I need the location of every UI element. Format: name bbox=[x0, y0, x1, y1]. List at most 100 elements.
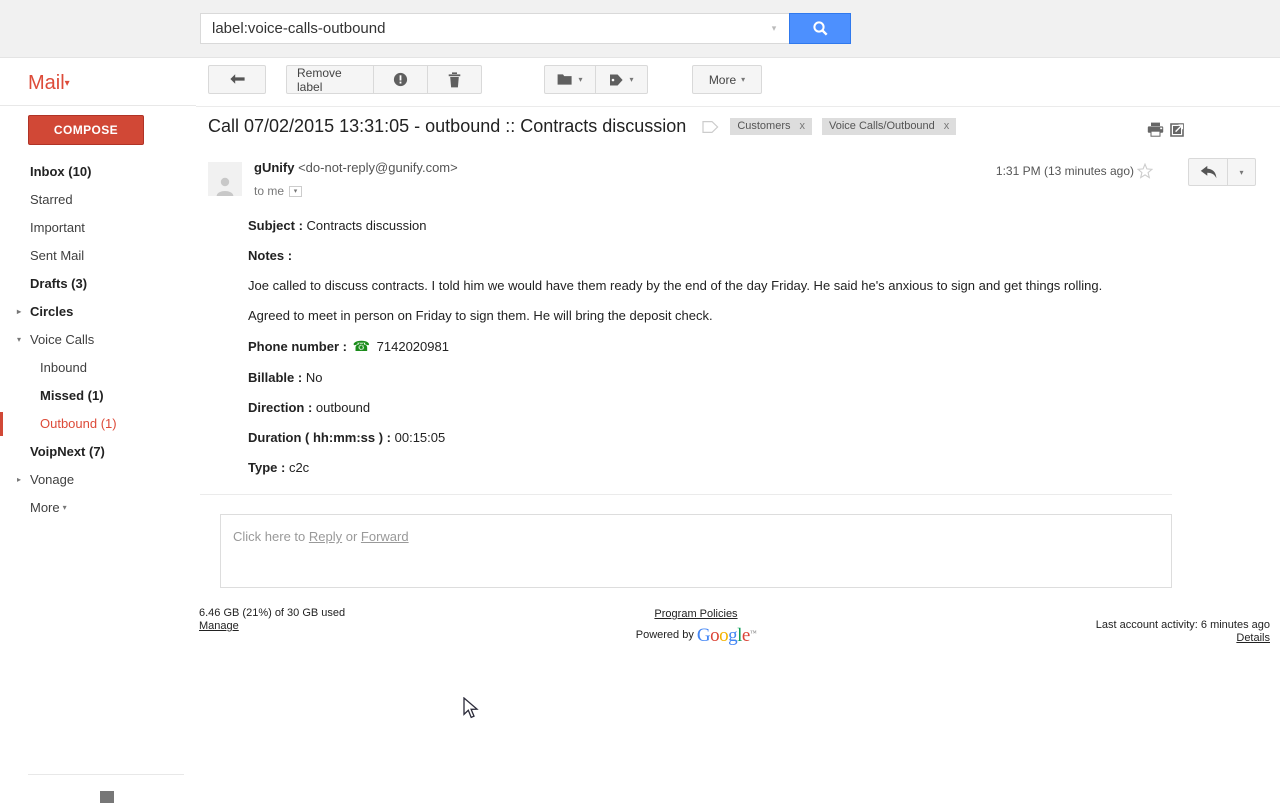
sidebar-item-voipnext-7[interactable]: VoipNext (7) bbox=[0, 438, 196, 466]
program-policies-link[interactable]: Program Policies bbox=[654, 608, 737, 620]
field-notes-label: Notes : bbox=[248, 248, 1268, 263]
sidebar-item-label: More bbox=[30, 500, 60, 515]
sidebar-item-label: Outbound (1) bbox=[40, 416, 117, 431]
account-activity-details-link[interactable]: Details bbox=[1236, 632, 1270, 644]
sidebar-item-vonage[interactable]: ▸ Vonage bbox=[0, 466, 196, 494]
notes-paragraph-2: Agreed to meet in person on Friday to si… bbox=[248, 308, 713, 323]
sidebar-item-important[interactable]: Important bbox=[0, 214, 196, 242]
label-chip[interactable]: Customers x bbox=[730, 118, 812, 135]
field-type: Type : c2c bbox=[248, 460, 1268, 475]
chevron-down-icon: ▾ bbox=[629, 75, 634, 84]
sidebar-item-missed-1[interactable]: Missed (1) bbox=[0, 382, 196, 410]
field-phone-number: Phone number : ☎ 7142020981 bbox=[248, 338, 1268, 355]
chevron-down-icon[interactable]: ▾ bbox=[289, 185, 303, 197]
mail-dropdown[interactable]: Mail▾ bbox=[28, 72, 70, 95]
toolbar-divider bbox=[196, 106, 1280, 107]
search-field-container[interactable]: ▾ bbox=[200, 13, 789, 44]
reply-arrow-icon bbox=[1200, 165, 1216, 179]
labels-button[interactable]: ▾ bbox=[596, 65, 648, 94]
sidebar-item-drafts-3[interactable]: Drafts (3) bbox=[0, 270, 196, 298]
sidebar-item-sent-mail[interactable]: Sent Mail bbox=[0, 242, 196, 270]
page-title: Call 07/02/2015 13:31:05 - outbound :: C… bbox=[208, 116, 687, 136]
forward-link[interactable]: Forward bbox=[361, 529, 409, 544]
chevron-down-icon[interactable]: ▾ bbox=[767, 24, 781, 33]
chevron-right-icon[interactable]: ▸ bbox=[17, 466, 27, 494]
report-spam-icon bbox=[393, 72, 408, 87]
sender-line: gUnify <do-not-reply@gunify.com> bbox=[254, 160, 458, 175]
compose-button-label: COMPOSE bbox=[53, 123, 119, 137]
sidebar-item-label: Important bbox=[30, 220, 85, 235]
field-subject: Subject : Contracts discussion bbox=[248, 218, 1268, 233]
star-outline-icon[interactable] bbox=[1136, 162, 1154, 182]
field-direction: Direction : outbound bbox=[248, 400, 1268, 415]
sidebar-item-label: Sent Mail bbox=[30, 248, 85, 263]
account-activity: Last account activity: 6 minutes ago Det… bbox=[1096, 619, 1270, 645]
sidebar-item-label: VoipNext (7) bbox=[30, 444, 105, 459]
search-input[interactable] bbox=[210, 19, 767, 38]
sender-email: <do-not-reply@gunify.com> bbox=[298, 160, 458, 175]
reply-forward-box[interactable]: Click here to Reply or Forward bbox=[220, 514, 1172, 588]
remove-label-button[interactable]: Remove label bbox=[286, 65, 374, 94]
sidebar-item-label: Inbound bbox=[40, 360, 87, 375]
reply-button[interactable] bbox=[1188, 158, 1228, 186]
close-icon[interactable]: x bbox=[800, 118, 806, 135]
avatar bbox=[208, 162, 242, 196]
more-button-label: More bbox=[708, 72, 737, 87]
sidebar: Mail▾ COMPOSE Inbox (10) Starred Important… bbox=[0, 58, 196, 803]
hangouts-chat-icon[interactable] bbox=[100, 791, 114, 803]
sidebar-item-more[interactable]: More ▾ bbox=[0, 494, 196, 522]
open-in-new-window-icon[interactable] bbox=[1170, 121, 1186, 140]
sidebar-item-circles[interactable]: ▸ Circles bbox=[0, 298, 196, 326]
field-value: c2c bbox=[288, 460, 310, 475]
field-label: Billable : bbox=[248, 370, 303, 385]
move-to-button[interactable]: ▾ bbox=[544, 65, 596, 94]
sidebar-item-outbound-1[interactable]: Outbound (1) bbox=[0, 410, 196, 438]
reply-forward-prompt: Click here to Reply or Forward bbox=[233, 529, 409, 544]
telephone-icon: ☎ bbox=[352, 338, 371, 354]
close-icon[interactable]: x bbox=[944, 118, 950, 135]
remove-label-text: Remove label bbox=[297, 65, 342, 94]
sidebar-item-inbox-10[interactable]: Inbox (10) bbox=[0, 158, 196, 186]
message-more-options-button[interactable]: ▾ bbox=[1228, 158, 1256, 186]
label-chip-name: Customers bbox=[737, 120, 791, 132]
mail-dropdown-label: Mail bbox=[28, 72, 65, 94]
field-label: Phone number : bbox=[248, 339, 347, 354]
field-label: Type : bbox=[248, 460, 286, 475]
recipient-line[interactable]: to me ▾ bbox=[254, 184, 303, 198]
print-icon[interactable] bbox=[1147, 122, 1164, 140]
sidebar-nav-list: Inbox (10) Starred Important Sent Mail Draft… bbox=[0, 158, 196, 522]
chevron-down-icon[interactable]: ▾ bbox=[17, 326, 27, 354]
field-value: 00:15:05 bbox=[394, 430, 446, 445]
google-logo: Google™ bbox=[696, 625, 757, 646]
reply-button-group: ▾ bbox=[1188, 158, 1256, 186]
sidebar-bottom-divider bbox=[28, 774, 184, 775]
sidebar-item-label: Inbox (10) bbox=[30, 164, 92, 179]
more-actions-group: More ▾ bbox=[692, 65, 762, 94]
label-outline-icon[interactable] bbox=[702, 120, 720, 134]
field-duration: Duration ( hh:mm:ss ) : 00:15:05 bbox=[248, 430, 1268, 445]
search-button[interactable] bbox=[789, 13, 851, 44]
compose-button[interactable]: COMPOSE bbox=[28, 115, 144, 145]
recipient-label: to me bbox=[254, 184, 285, 198]
sidebar-item-label: Drafts (3) bbox=[30, 276, 88, 291]
report-spam-button[interactable] bbox=[374, 65, 428, 94]
sidebar-divider bbox=[0, 105, 196, 106]
move-label-group: ▾ ▾ bbox=[544, 65, 648, 94]
sidebar-item-starred[interactable]: Starred bbox=[0, 186, 196, 214]
delete-button[interactable] bbox=[428, 65, 482, 94]
trash-icon bbox=[448, 71, 461, 87]
chevron-right-icon[interactable]: ▸ bbox=[17, 298, 27, 326]
chevron-down-icon: ▾ bbox=[64, 78, 70, 89]
footer-center: Program Policies Powered by Google™ bbox=[196, 607, 1196, 646]
field-label: Duration ( hh:mm:ss ) : bbox=[248, 430, 391, 445]
field-value: 7142020981 bbox=[376, 339, 449, 354]
label-chip[interactable]: Voice Calls/Outbound x bbox=[822, 118, 957, 135]
message-body: Subject : Contracts discussion Notes : J… bbox=[248, 218, 1268, 490]
label-actions-group: Remove label bbox=[286, 65, 482, 94]
back-button[interactable] bbox=[208, 65, 266, 94]
more-button[interactable]: More ▾ bbox=[692, 65, 762, 94]
sidebar-item-inbound[interactable]: Inbound bbox=[0, 354, 196, 382]
search-icon bbox=[812, 21, 828, 36]
sidebar-item-voice-calls[interactable]: ▾ Voice Calls bbox=[0, 326, 196, 354]
reply-link[interactable]: Reply bbox=[309, 529, 342, 544]
